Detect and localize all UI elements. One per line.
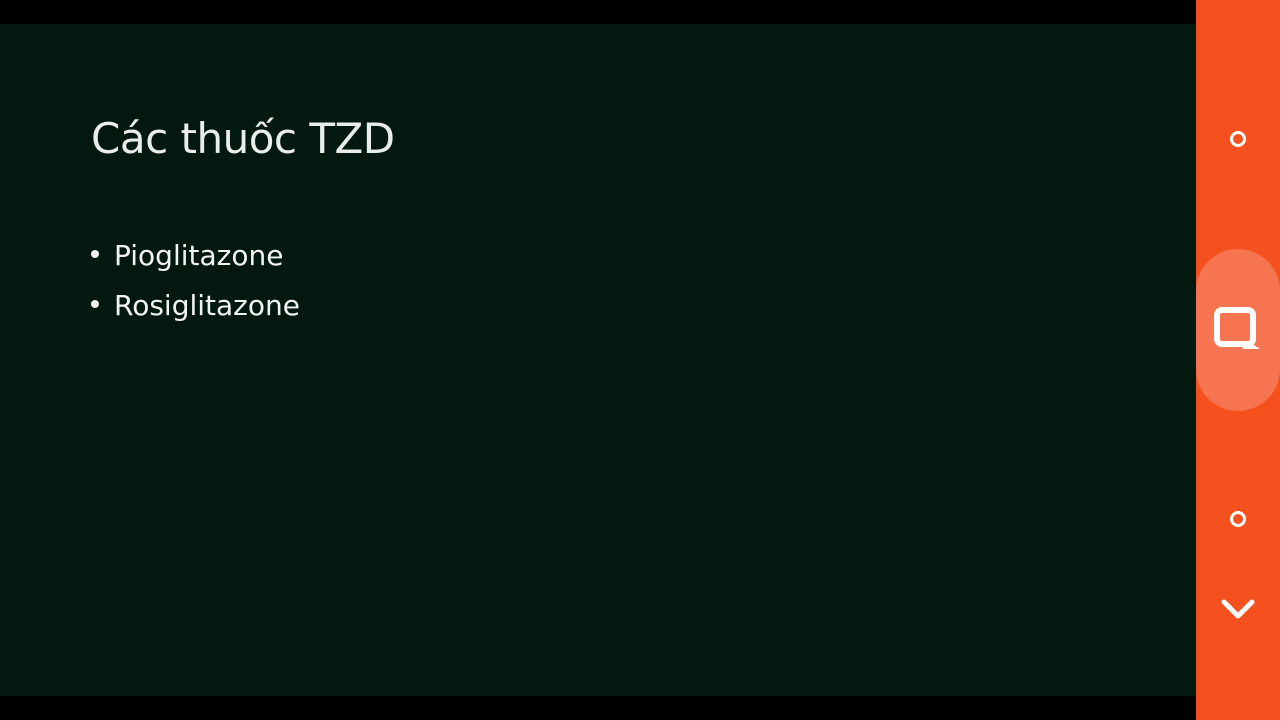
- small-circle-icon[interactable]: [1230, 511, 1246, 527]
- screen: Các thuốc TZD Pioglitazone Rosiglitazone: [0, 0, 1280, 720]
- bullet-text: Rosiglitazone: [114, 288, 300, 322]
- note-icon: [1214, 307, 1260, 349]
- bullet-text: Pioglitazone: [114, 238, 284, 272]
- slide-title: Các thuốc TZD: [91, 114, 395, 163]
- bullet-dot-icon: [91, 300, 99, 308]
- chevron-down-icon[interactable]: [1218, 594, 1258, 624]
- side-control-panel: [1196, 0, 1280, 720]
- note-tool-button[interactable]: [1196, 249, 1280, 411]
- bullet-list: Pioglitazone Rosiglitazone: [91, 230, 300, 330]
- bullet-item: Rosiglitazone: [91, 280, 300, 330]
- small-circle-icon[interactable]: [1230, 131, 1246, 147]
- presentation-slide: Các thuốc TZD Pioglitazone Rosiglitazone: [0, 24, 1196, 696]
- bullet-dot-icon: [91, 250, 99, 258]
- bullet-item: Pioglitazone: [91, 230, 300, 280]
